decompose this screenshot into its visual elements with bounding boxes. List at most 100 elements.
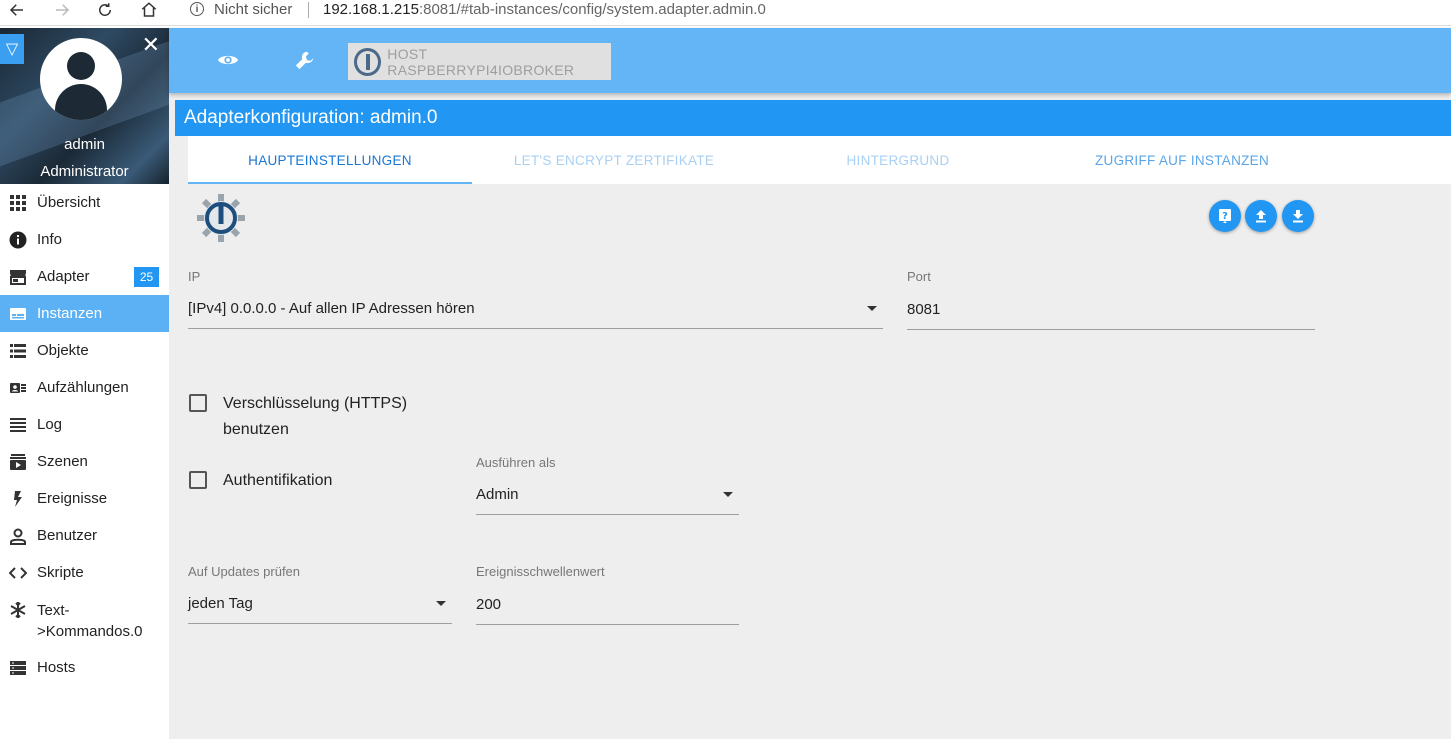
top-toolbar: HOST RASPBERRYPI4IOBROKER bbox=[169, 28, 1451, 93]
admin-adapter-logo-icon bbox=[196, 193, 246, 243]
home-icon[interactable] bbox=[137, 0, 161, 20]
ip-select[interactable]: [IPv4] 0.0.0.0 - Auf allen IP Adressen h… bbox=[188, 289, 883, 329]
sidebar-item-label: Log bbox=[37, 416, 63, 433]
info-icon bbox=[8, 230, 28, 250]
port-label: Port bbox=[907, 269, 931, 284]
updates-select[interactable]: jeden Tag bbox=[188, 584, 452, 624]
sidebar-item-label: Aufzählungen bbox=[37, 379, 129, 396]
sidebar-item-label: Benutzer bbox=[37, 527, 98, 544]
run-as-select[interactable]: Admin bbox=[476, 475, 739, 515]
log-icon bbox=[8, 415, 28, 435]
authentication-label: Authentifikation bbox=[223, 472, 333, 489]
enum-icon bbox=[8, 378, 28, 398]
https-label-line2: benutzen bbox=[223, 421, 289, 438]
tab-lets-encrypt[interactable]: LET'S ENCRYPT ZERTIFIKATE bbox=[472, 136, 756, 184]
sidebar-item-label: Ereignisse bbox=[37, 490, 108, 507]
https-checkbox-label: Verschlüsselung (HTTPS) benutzen bbox=[223, 391, 407, 443]
instances-icon bbox=[8, 304, 28, 324]
run-as-value: Admin bbox=[476, 486, 519, 503]
sidebar-item-label: Skripte bbox=[37, 564, 84, 581]
sidebar-item-text-kommandos[interactable]: Text- >Kommandos.0 bbox=[0, 591, 169, 649]
user-role: Administrator bbox=[40, 163, 129, 180]
tab-hintergrund[interactable]: HINTERGRUND bbox=[756, 136, 1040, 184]
url-host: 192.168.1.215 bbox=[323, 0, 419, 18]
svg-text:?: ? bbox=[1222, 211, 1228, 222]
adapter-count-badge: 25 bbox=[134, 267, 159, 287]
flash-icon bbox=[8, 489, 28, 509]
updates-value: jeden Tag bbox=[188, 595, 253, 612]
url-separator bbox=[308, 2, 309, 18]
upload-button[interactable] bbox=[1245, 200, 1277, 232]
site-security-indicator[interactable]: i Nicht sicher bbox=[186, 0, 292, 18]
sidebar-item-benutzer[interactable]: Benutzer bbox=[0, 517, 169, 554]
port-input[interactable]: 8081 bbox=[907, 290, 1315, 330]
threshold-label: Ereignisschwellenwert bbox=[476, 564, 605, 579]
chevron-down-icon bbox=[723, 492, 733, 497]
host-selector-button[interactable]: HOST RASPBERRYPI4IOBROKER bbox=[348, 43, 611, 80]
sidebar-item-label: Objekte bbox=[37, 342, 89, 359]
user-icon bbox=[8, 526, 28, 546]
sidebar-item-aufzaehlungen[interactable]: Aufzählungen bbox=[0, 369, 169, 406]
security-label: Nicht sicher bbox=[214, 0, 293, 18]
sidebar-item-label-line1: Text- bbox=[37, 602, 70, 619]
tab-haupteinstellungen[interactable]: HAUPTEINSTELLUNGEN bbox=[188, 136, 472, 184]
threshold-input[interactable]: 200 bbox=[476, 585, 739, 625]
sidebar-item-label: Info bbox=[37, 231, 63, 248]
ip-value: [IPv4] 0.0.0.0 - Auf allen IP Adressen h… bbox=[188, 300, 475, 317]
sidebar-item-label: Text- >Kommandos.0 bbox=[37, 600, 142, 642]
sidebar: ▽ ✕ admin Administrator Übersicht Info A… bbox=[0, 28, 169, 739]
tab-zugriff-auf-instanzen[interactable]: ZUGRIFF AUF INSTANZEN bbox=[1040, 136, 1324, 184]
sidebar-item-log[interactable]: Log bbox=[0, 406, 169, 443]
grid-icon bbox=[8, 193, 28, 213]
eye-icon[interactable] bbox=[213, 45, 243, 75]
scenes-icon bbox=[8, 452, 28, 472]
url-field[interactable]: 192.168.1.215:8081/#tab-instances/config… bbox=[323, 0, 766, 18]
back-arrow-icon[interactable] bbox=[5, 0, 29, 20]
url-path: :8081/#tab-instances/config/system.adapt… bbox=[418, 0, 766, 18]
host-button-label: HOST RASPBERRYPI4IOBROKER bbox=[387, 45, 575, 78]
page-title: Adapterkonfiguration: admin.0 bbox=[175, 100, 1451, 136]
sidebar-item-label: Adapter bbox=[37, 268, 90, 285]
threshold-value: 200 bbox=[476, 596, 502, 613]
sidebar-item-adapter[interactable]: Adapter 25 bbox=[0, 258, 169, 295]
forward-arrow-icon[interactable] bbox=[50, 0, 74, 20]
run-as-label: Ausführen als bbox=[476, 455, 556, 470]
sidebar-item-objekte[interactable]: Objekte bbox=[0, 332, 169, 369]
sidebar-item-hosts[interactable]: Hosts bbox=[0, 649, 169, 686]
sidebar-item-label: Hosts bbox=[37, 659, 76, 676]
sidebar-item-uebersicht[interactable]: Übersicht bbox=[0, 184, 169, 221]
avatar bbox=[40, 38, 122, 120]
download-button[interactable] bbox=[1282, 200, 1314, 232]
user-card: ▽ ✕ admin Administrator bbox=[0, 28, 169, 184]
close-icon[interactable]: ✕ bbox=[142, 34, 160, 56]
sidebar-item-instanzen[interactable]: Instanzen bbox=[0, 295, 169, 332]
list-icon bbox=[8, 341, 28, 361]
info-circle-icon: i bbox=[190, 2, 204, 16]
snowflake-icon bbox=[8, 600, 28, 620]
ip-label: IP bbox=[188, 269, 201, 284]
sidebar-item-skripte[interactable]: Skripte bbox=[0, 554, 169, 591]
sidebar-item-label-line2: >Kommandos.0 bbox=[37, 623, 143, 640]
https-label-line1: Verschlüsselung (HTTPS) bbox=[223, 395, 408, 412]
sidebar-item-info[interactable]: Info bbox=[0, 221, 169, 258]
sidebar-item-label: Szenen bbox=[37, 453, 88, 470]
menu-toggle-icon[interactable]: ▽ bbox=[0, 34, 24, 64]
port-value: 8081 bbox=[907, 301, 941, 318]
updates-label: Auf Updates prüfen bbox=[188, 564, 301, 579]
sidebar-item-ereignisse[interactable]: Ereignisse bbox=[0, 480, 169, 517]
help-button[interactable]: ? bbox=[1209, 200, 1241, 232]
main-content: HOST RASPBERRYPI4IOBROKER Adapterkonfigu… bbox=[169, 28, 1451, 739]
user-name: admin bbox=[64, 136, 105, 153]
sidebar-menu: Übersicht Info Adapter 25 Instanzen Obje… bbox=[0, 184, 169, 686]
store-icon bbox=[8, 267, 28, 287]
code-icon bbox=[8, 563, 28, 583]
reload-icon[interactable] bbox=[93, 0, 117, 20]
authentication-checkbox[interactable] bbox=[189, 471, 207, 489]
sidebar-item-szenen[interactable]: Szenen bbox=[0, 443, 169, 480]
sidebar-item-label: Übersicht bbox=[37, 194, 101, 211]
chevron-down-icon bbox=[436, 601, 446, 606]
hosts-icon bbox=[8, 658, 28, 678]
wrench-icon[interactable] bbox=[290, 45, 320, 75]
iobroker-logo-icon bbox=[354, 47, 382, 76]
https-checkbox[interactable] bbox=[189, 394, 207, 412]
